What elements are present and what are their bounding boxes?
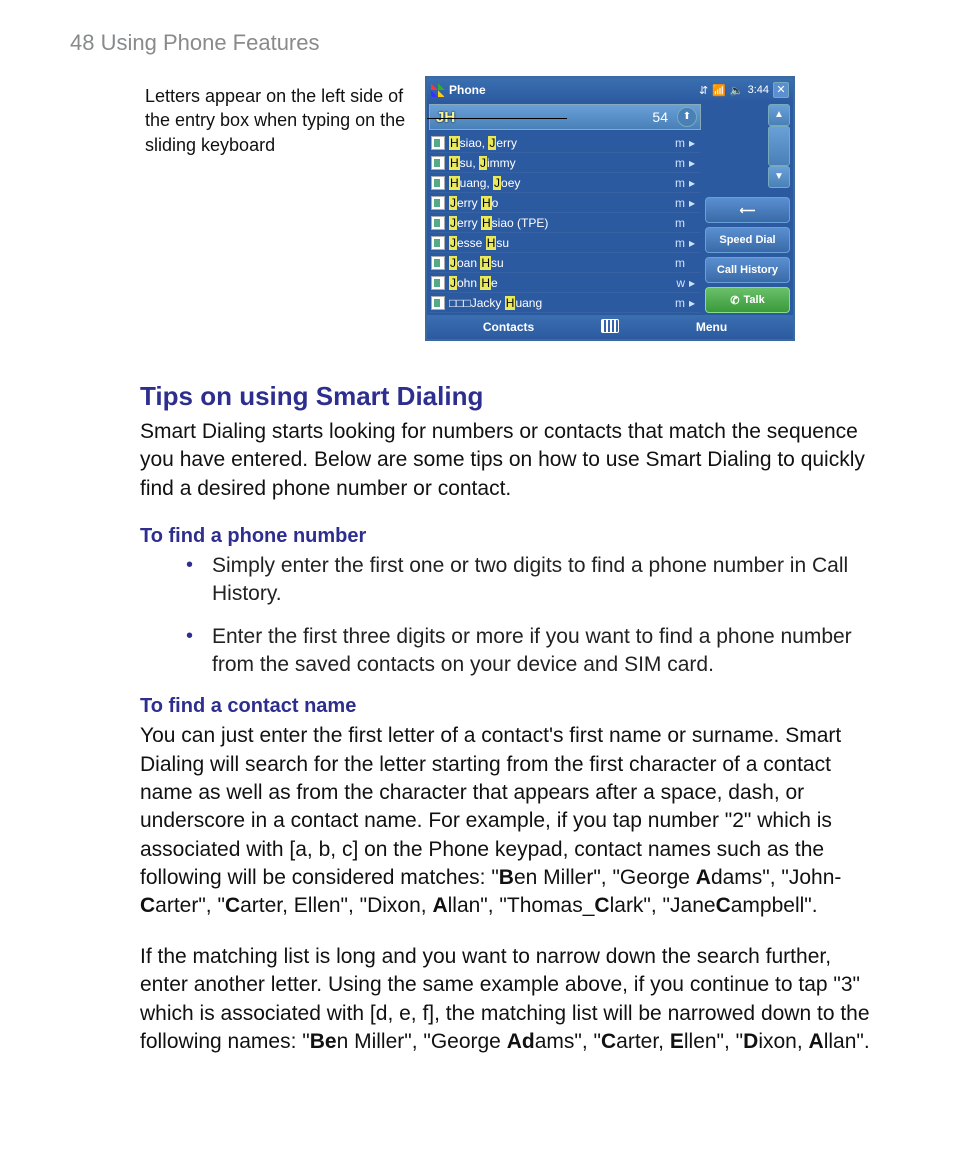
phone-titlebar: Phone ⇵ 📶 🔈 3:44 ✕ (427, 78, 793, 102)
close-button[interactable]: ✕ (773, 82, 789, 98)
keyboard-icon (601, 319, 619, 333)
subheading-find-contact: To find a contact name (140, 695, 884, 718)
contact-icon (431, 196, 445, 210)
entry-scroll-up-icon[interactable]: ⬆ (677, 107, 697, 127)
contact-type: w (665, 276, 685, 290)
intro-paragraph: Smart Dialing starts looking for numbers… (140, 418, 884, 503)
chevron-right-icon: ▸ (689, 296, 699, 310)
contact-type: m (665, 236, 685, 250)
chevron-right-icon: ▸ (689, 236, 699, 250)
leader-line (427, 118, 567, 119)
contact-row[interactable]: Jerry Hsiao (TPE) m (429, 213, 701, 233)
soft-key-bar: Contacts Menu (427, 315, 793, 339)
figure-row: Letters appear on the left side of the e… (145, 76, 884, 341)
speed-dial-button[interactable]: Speed Dial (705, 227, 790, 253)
soft-left[interactable]: Contacts (427, 320, 590, 334)
contact-row[interactable]: Joan Hsu m (429, 253, 701, 273)
figure-caption: Letters appear on the left side of the e… (145, 76, 425, 157)
contact-row[interactable]: John He w ▸ (429, 273, 701, 293)
clock-text: 3:44 (748, 84, 769, 96)
phone-screenshot: Phone ⇵ 📶 🔈 3:44 ✕ JH 54 ⬆ Hsiao, Jerry m… (425, 76, 795, 341)
contact-icon (431, 176, 445, 190)
contact-name: Jerry Hsiao (TPE) (449, 216, 661, 230)
contact-row[interactable]: Hsiao, Jerry m ▸ (429, 133, 701, 153)
volume-icon: 🔈 (730, 84, 744, 97)
keyboard-toggle[interactable] (590, 319, 630, 336)
scroll-down-button[interactable]: ▼ (768, 166, 790, 188)
sync-icon: ⇵ (699, 84, 708, 97)
contact-type: m (665, 296, 685, 310)
side-column: ▲ ▼ ⟵ Speed Dial Call History ✆ Talk (703, 102, 793, 315)
entry-text: JH (430, 109, 461, 126)
contact-type: m (665, 196, 685, 210)
chevron-right-icon: ▸ (689, 176, 699, 190)
page-header: 48 Using Phone Features (70, 30, 884, 56)
contact-icon (431, 296, 445, 310)
list-item: Enter the first three digits or more if … (180, 623, 884, 680)
back-arrow-icon: ⟵ (740, 204, 756, 217)
status-icons: ⇵ 📶 🔈 3:44 (699, 84, 769, 97)
contact-name: John He (449, 276, 661, 290)
contact-row[interactable]: Jerry Ho m ▸ (429, 193, 701, 213)
contact-icon (431, 156, 445, 170)
contact-type: m (665, 216, 685, 230)
contact-type: m (665, 136, 685, 150)
signal-icon: 📶 (712, 84, 726, 97)
match-count: 54 (652, 109, 674, 125)
entry-box[interactable]: JH 54 ⬆ (429, 104, 701, 130)
scroll-track[interactable] (768, 126, 790, 166)
contact-name: □□□Jacky Huang (449, 296, 661, 310)
list-item: Simply enter the first one or two digits… (180, 552, 884, 609)
contact-name: Jesse Hsu (449, 236, 661, 250)
app-title: Phone (449, 83, 695, 97)
contact-type: m (665, 176, 685, 190)
chevron-right-icon: ▸ (689, 156, 699, 170)
contact-row[interactable]: □□□Jacky Huang m ▸ (429, 293, 701, 313)
soft-right[interactable]: Menu (630, 320, 793, 334)
contact-type: m (665, 256, 685, 270)
back-button[interactable]: ⟵ (705, 197, 790, 223)
contact-icon (431, 236, 445, 250)
contact-row[interactable]: Huang, Joey m ▸ (429, 173, 701, 193)
contact-list: Hsiao, Jerrym▸Hsu, Jimmym▸Huang, Joeym▸J… (427, 132, 703, 315)
contact-row[interactable]: Jesse Hsu m ▸ (429, 233, 701, 253)
contact-icon (431, 276, 445, 290)
contact-paragraph-1: You can just enter the first letter of a… (140, 722, 884, 920)
phone-icon: ✆ (730, 294, 739, 307)
contact-name: Joan Hsu (449, 256, 661, 270)
contact-name: Hsiao, Jerry (449, 136, 661, 150)
contact-icon (431, 136, 445, 150)
scroll-up-button[interactable]: ▲ (768, 104, 790, 126)
contact-name: Huang, Joey (449, 176, 661, 190)
talk-button[interactable]: ✆ Talk (705, 287, 790, 313)
chevron-right-icon: ▸ (689, 136, 699, 150)
subheading-find-number: To find a phone number (140, 525, 884, 548)
contact-type: m (665, 156, 685, 170)
contact-icon (431, 216, 445, 230)
contact-row[interactable]: Hsu, Jimmy m ▸ (429, 153, 701, 173)
call-history-button[interactable]: Call History (705, 257, 790, 283)
talk-label: Talk (744, 294, 765, 306)
contact-name: Hsu, Jimmy (449, 156, 661, 170)
chevron-right-icon: ▸ (689, 196, 699, 210)
contact-name: Jerry Ho (449, 196, 661, 210)
section-heading: Tips on using Smart Dialing (140, 381, 884, 412)
find-number-list: Simply enter the first one or two digits… (180, 552, 884, 679)
contact-paragraph-2: If the matching list is long and you wan… (140, 943, 884, 1056)
start-icon[interactable] (431, 83, 445, 97)
chevron-right-icon: ▸ (689, 276, 699, 290)
contact-icon (431, 256, 445, 270)
